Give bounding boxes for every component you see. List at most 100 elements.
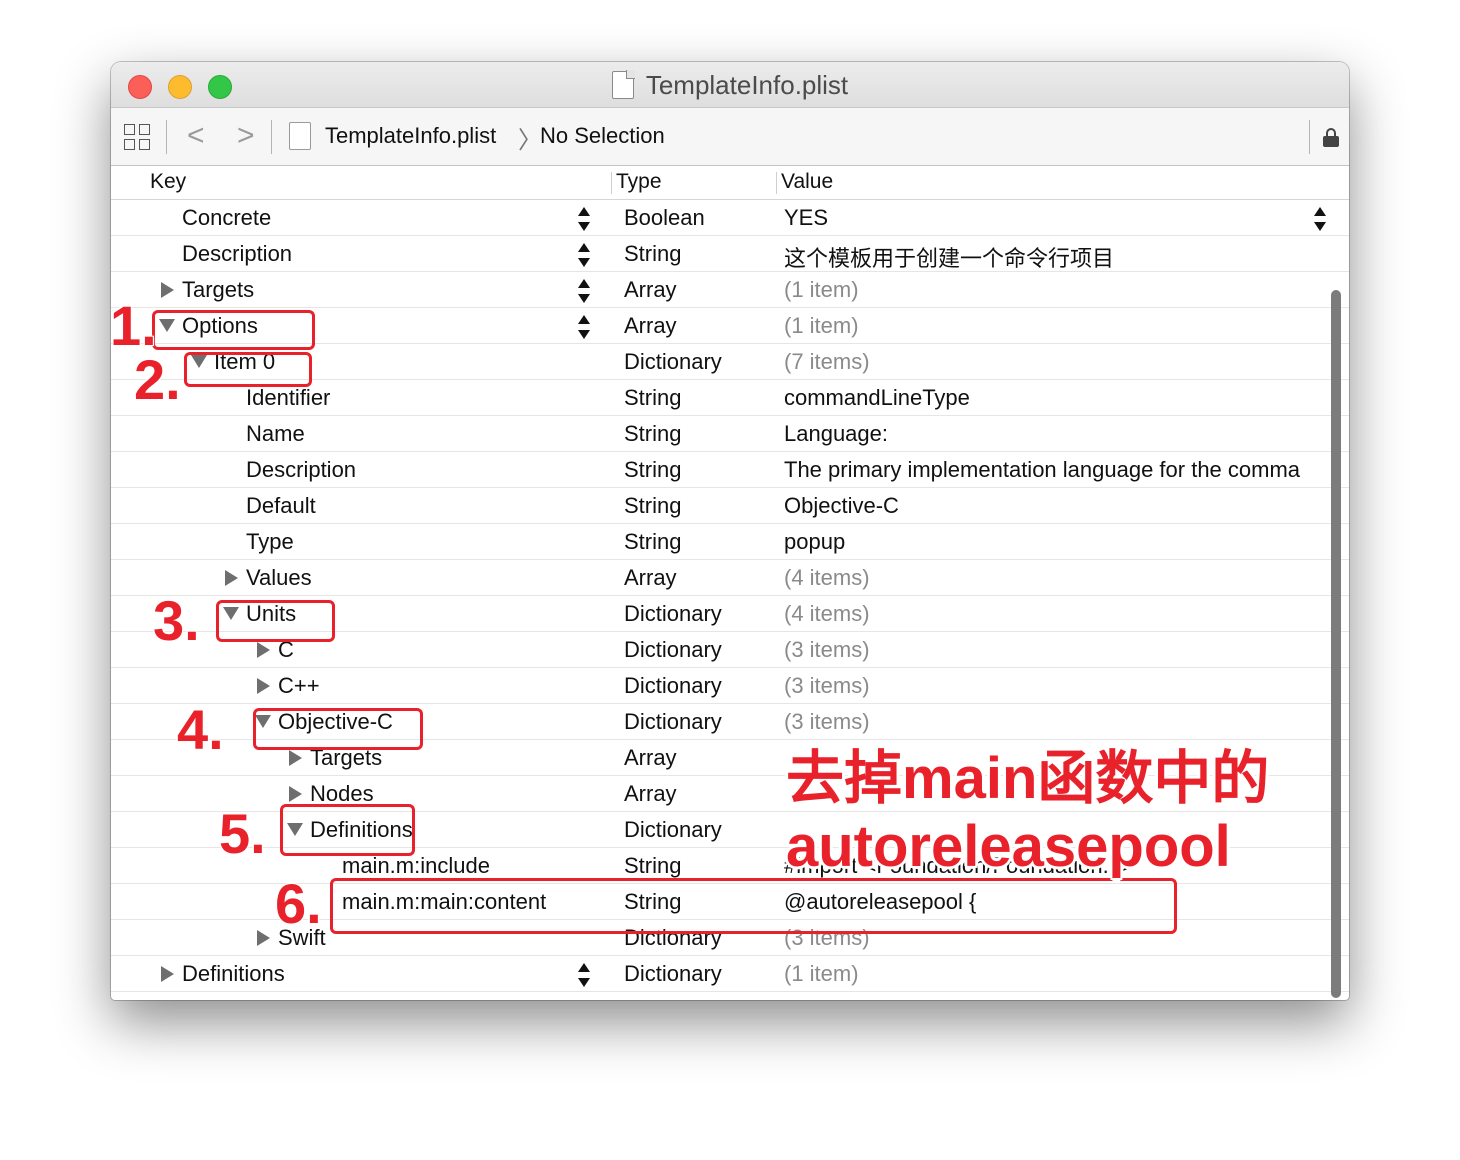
row-type[interactable]: Array — [624, 745, 677, 771]
disclosure-collapsed-icon[interactable] — [161, 282, 174, 298]
plist-row[interactable]: Description String The primary implement… — [111, 452, 1349, 488]
document-icon — [611, 70, 635, 99]
back-icon[interactable]: < — [187, 119, 205, 153]
column-type[interactable]: Type — [616, 170, 662, 194]
step-number: 2. — [133, 348, 182, 411]
type-stepper-icon[interactable] — [578, 207, 590, 231]
type-stepper-icon[interactable] — [578, 315, 590, 339]
row-type[interactable]: Dictionary — [624, 601, 722, 627]
step-number: 4. — [176, 698, 225, 761]
plist-row[interactable]: Description String 这个模板用于创建一个命令行项目 — [111, 236, 1349, 272]
disclosure-collapsed-icon[interactable] — [289, 786, 302, 802]
breadcrumb-selection[interactable]: No Selection — [540, 123, 665, 149]
row-value: (7 items) — [784, 349, 870, 374]
row-value[interactable]: 这个模板用于创建一个命令行项目 — [784, 241, 1114, 273]
separator — [271, 120, 272, 154]
row-key: C++ — [257, 673, 320, 699]
row-type[interactable]: Array — [624, 565, 677, 591]
row-type[interactable]: String — [624, 421, 681, 447]
row-value[interactable]: Language: — [784, 421, 888, 447]
separator — [166, 120, 167, 154]
row-value: (1 item) — [784, 313, 859, 338]
row-value: (3 items) — [784, 673, 870, 698]
vertical-scrollbar[interactable] — [1329, 290, 1343, 1000]
row-type[interactable]: Dictionary — [624, 673, 722, 699]
step-number: 1. — [109, 294, 158, 357]
disclosure-collapsed-icon[interactable] — [257, 642, 270, 658]
scrollbar-thumb[interactable] — [1331, 290, 1341, 998]
row-type[interactable]: Dictionary — [624, 961, 722, 987]
row-type[interactable]: Dictionary — [624, 709, 722, 735]
type-stepper-icon[interactable] — [578, 279, 590, 303]
row-key: Concrete — [182, 205, 272, 230]
row-key: Targets — [161, 277, 254, 303]
row-value: (1 item) — [784, 961, 859, 986]
row-type[interactable]: Array — [624, 277, 677, 303]
row-type[interactable]: String — [624, 529, 681, 555]
plist-row[interactable]: Targets Array (1 item) — [111, 272, 1349, 308]
row-type[interactable]: String — [624, 853, 681, 879]
plist-row[interactable]: Values Array (4 items) — [111, 560, 1349, 596]
type-stepper-icon[interactable] — [578, 243, 590, 267]
row-value[interactable]: YES — [784, 205, 828, 231]
title-bar: TemplateInfo.plist — [111, 62, 1349, 108]
step-number: 3. — [152, 589, 201, 652]
breadcrumb-file[interactable]: TemplateInfo.plist — [325, 123, 496, 149]
row-key: Name — [246, 421, 305, 446]
row-value[interactable]: popup — [784, 529, 845, 555]
separator — [1309, 120, 1310, 154]
title-wrap: TemplateInfo.plist — [111, 62, 1349, 108]
forward-icon[interactable]: > — [237, 119, 255, 153]
row-value: (3 items) — [784, 709, 870, 734]
row-type[interactable]: Dictionary — [624, 817, 722, 843]
row-key: Description — [182, 241, 293, 266]
plist-row[interactable]: C++ Dictionary (3 items) — [111, 668, 1349, 704]
highlight-box — [330, 878, 1177, 934]
row-key: Identifier — [246, 385, 331, 410]
step-number: 5. — [218, 802, 267, 865]
annotation-note: 去掉main函数中的 — [786, 746, 1270, 811]
column-divider[interactable] — [776, 172, 777, 194]
column-divider[interactable] — [611, 172, 612, 194]
row-type[interactable]: Boolean — [624, 205, 705, 231]
column-key[interactable]: Key — [150, 170, 186, 194]
row-type[interactable]: Dictionary — [624, 637, 722, 663]
lock-icon[interactable] — [1323, 128, 1339, 147]
disclosure-collapsed-icon[interactable] — [225, 570, 238, 586]
row-value[interactable]: Objective-C — [784, 493, 899, 519]
highlight-box — [280, 804, 415, 856]
row-key: Default — [246, 493, 316, 518]
plist-row[interactable]: Concrete Boolean YES — [111, 200, 1349, 236]
disclosure-collapsed-icon[interactable] — [257, 930, 270, 946]
type-stepper-icon[interactable] — [578, 963, 590, 987]
disclosure-collapsed-icon[interactable] — [257, 678, 270, 694]
row-key: Type — [246, 529, 294, 554]
row-type[interactable]: String — [624, 457, 681, 483]
row-value[interactable]: commandLineType — [784, 385, 970, 411]
plist-row[interactable]: Name String Language: — [111, 416, 1349, 452]
disclosure-collapsed-icon[interactable] — [289, 750, 302, 766]
row-type[interactable]: Array — [624, 313, 677, 339]
row-type[interactable]: Array — [624, 781, 677, 807]
breadcrumb-chevron-icon: 〉 — [518, 127, 542, 154]
row-value: (4 items) — [784, 601, 870, 626]
row-key: Description — [246, 457, 357, 482]
row-type[interactable]: String — [624, 241, 681, 267]
step-number: 6. — [274, 872, 323, 935]
row-type[interactable]: String — [624, 493, 681, 519]
highlight-box — [253, 708, 423, 750]
disclosure-collapsed-icon[interactable] — [161, 966, 174, 982]
row-type[interactable]: String — [624, 385, 681, 411]
row-key: main.m:include — [342, 853, 490, 878]
row-type[interactable]: Dictionary — [624, 349, 722, 375]
highlight-box — [216, 600, 335, 642]
annotation-note: autoreleasepool — [786, 814, 1231, 879]
plist-row[interactable]: Default String Objective-C — [111, 488, 1349, 524]
related-items-icon[interactable] — [124, 124, 152, 152]
plist-row[interactable]: Definitions Dictionary (1 item) — [111, 956, 1349, 992]
value-popup-icon[interactable] — [1314, 207, 1326, 231]
plist-row[interactable]: Type String popup — [111, 524, 1349, 560]
column-value[interactable]: Value — [781, 170, 833, 194]
row-key: Values — [225, 565, 312, 591]
row-value[interactable]: The primary implementation language for … — [784, 457, 1300, 483]
